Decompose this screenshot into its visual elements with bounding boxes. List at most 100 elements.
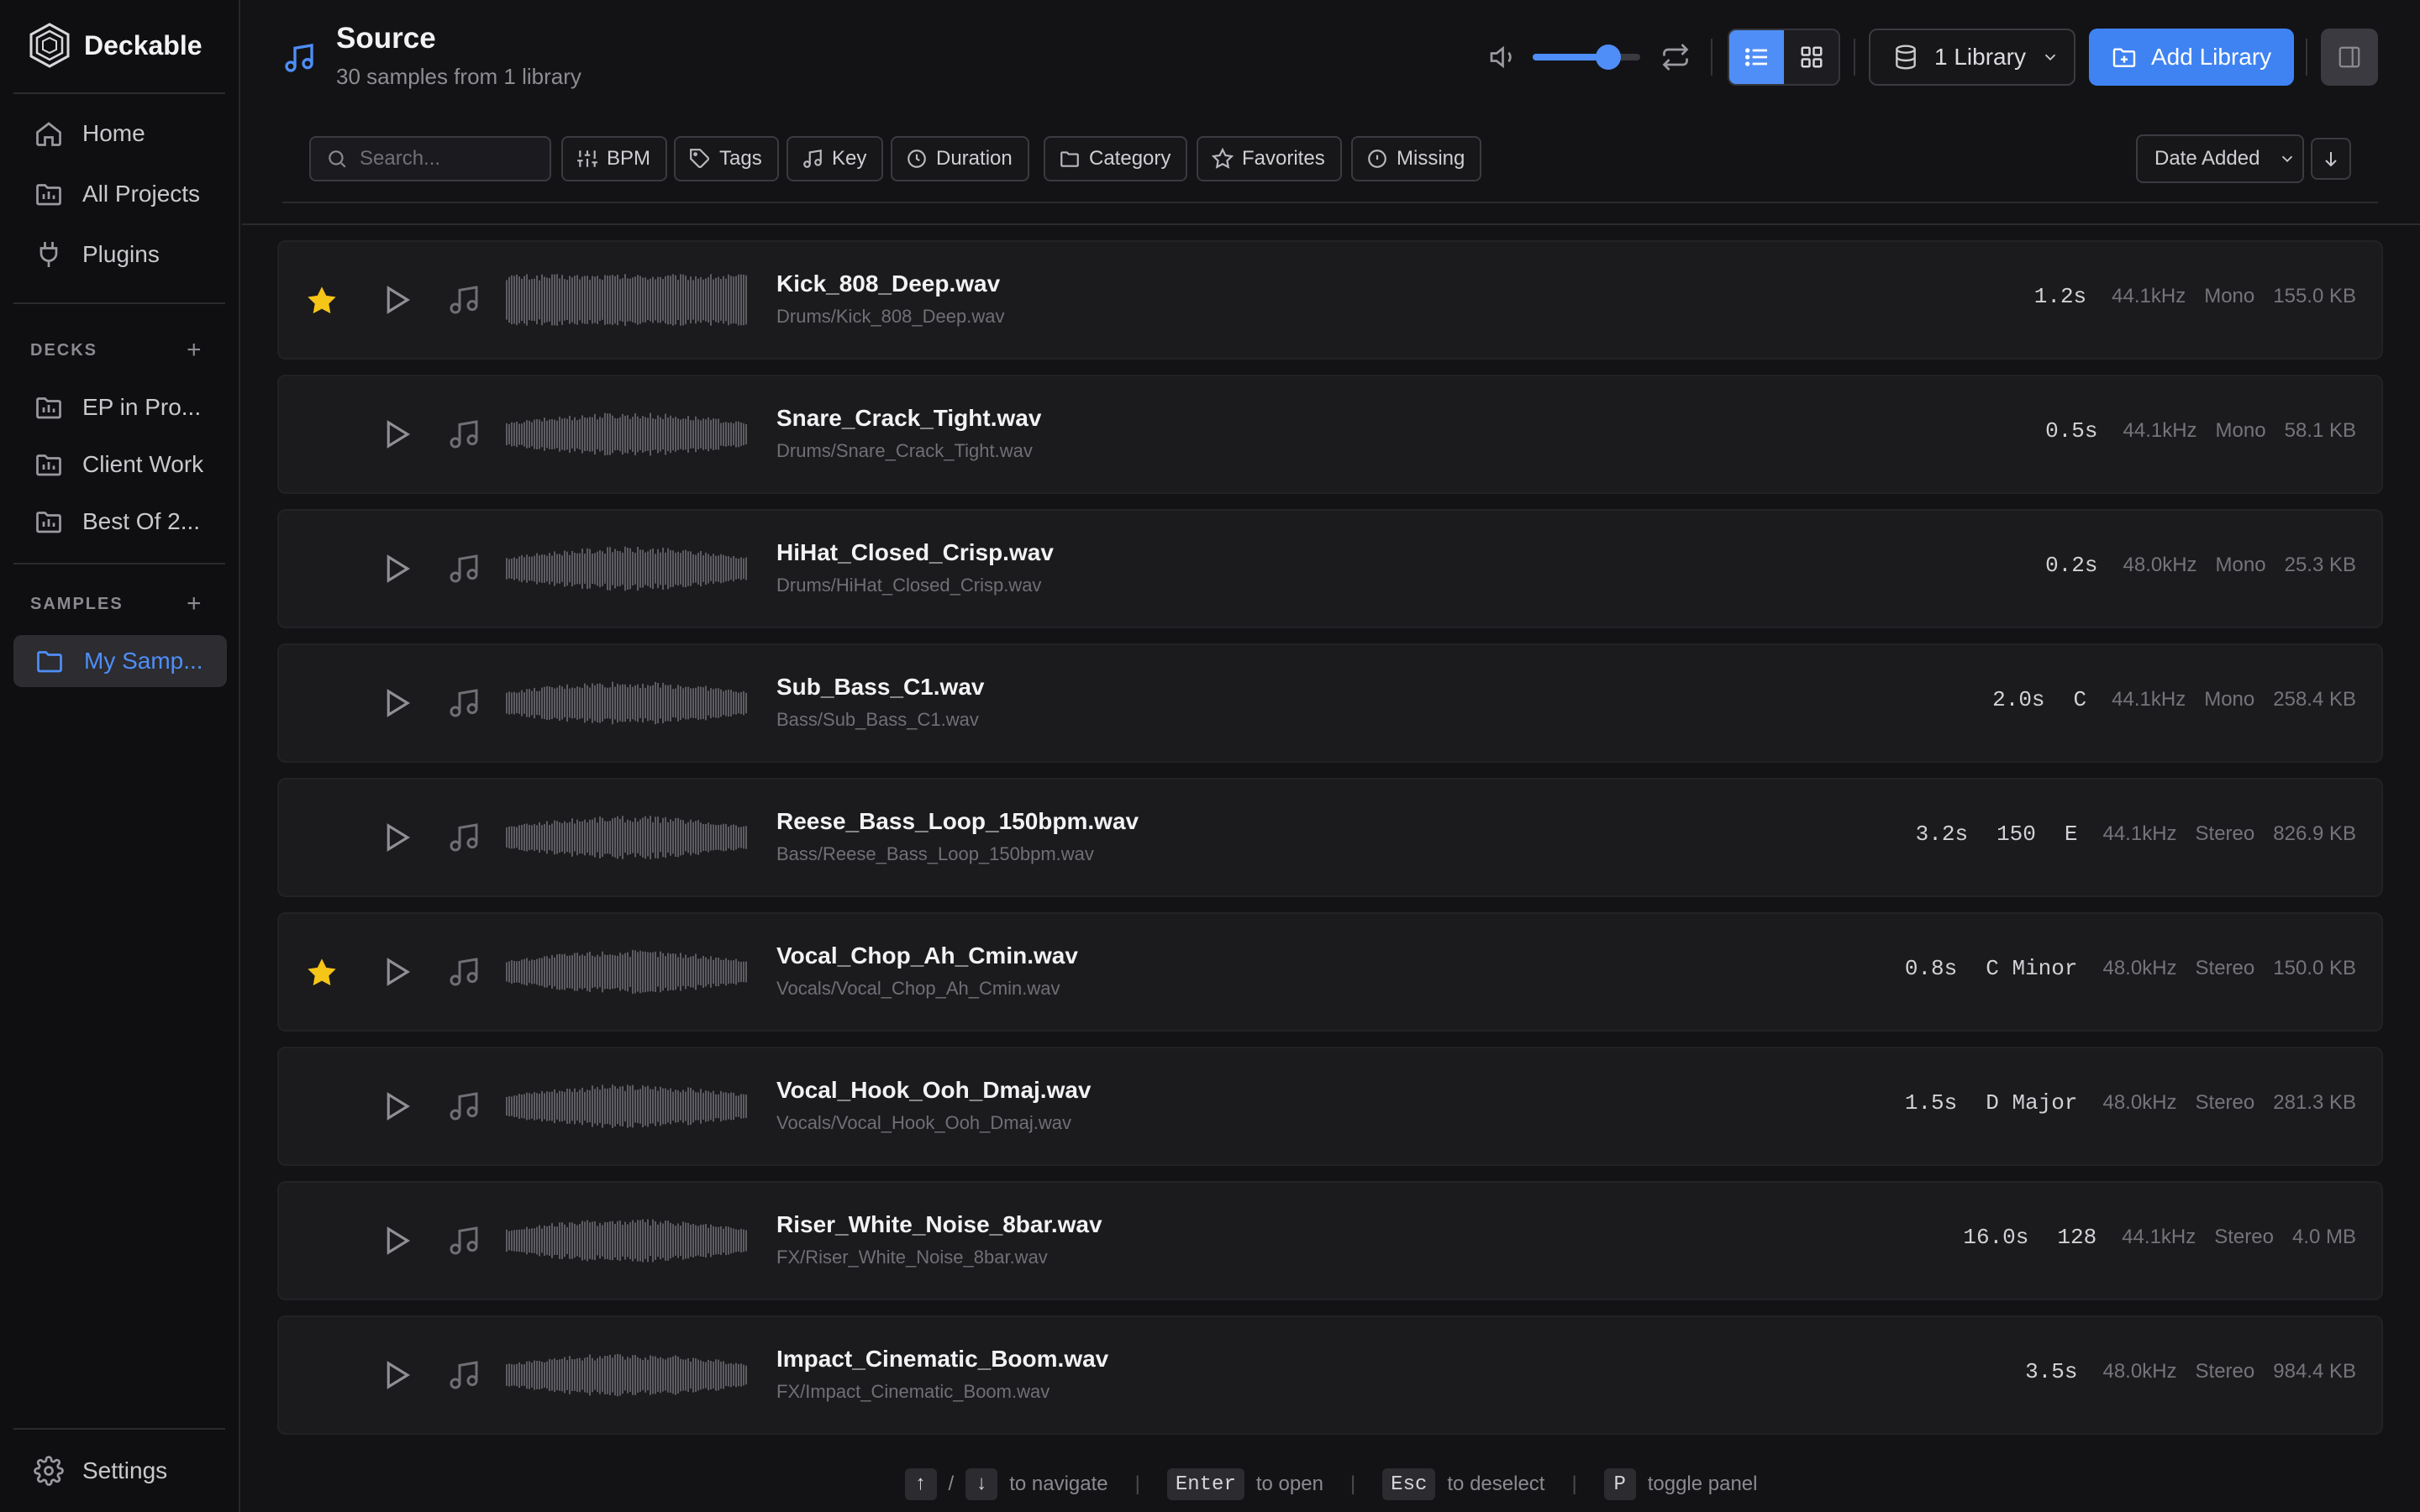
sample-rate: 44.1kHz bbox=[2102, 822, 2177, 845]
play-icon[interactable] bbox=[378, 1357, 413, 1393]
sidebar-divider bbox=[13, 1428, 225, 1430]
music-note-icon bbox=[450, 1226, 478, 1255]
sort-select[interactable]: Date Added bbox=[2136, 134, 2304, 183]
waveform[interactable] bbox=[506, 675, 748, 731]
play-icon[interactable] bbox=[378, 1223, 413, 1258]
waveform[interactable] bbox=[506, 272, 748, 328]
music-note-icon bbox=[450, 958, 478, 986]
sample-row[interactable]: Kick_808_Deep.wav Drums/Kick_808_Deep.wav… bbox=[277, 240, 2383, 360]
hint-text: to deselect bbox=[1447, 1473, 1545, 1495]
sample-path: FX/Riser_White_Noise_8bar.wav bbox=[776, 1247, 1048, 1268]
waveform[interactable] bbox=[506, 1213, 748, 1268]
sample-row[interactable]: HiHat_Closed_Crisp.wav Drums/HiHat_Closed… bbox=[277, 509, 2383, 628]
sample-row[interactable]: Vocal_Chop_Ah_Cmin.wav Vocals/Vocal_Chop_… bbox=[277, 912, 2383, 1032]
sample-size: 826.9 KB bbox=[2273, 822, 2356, 845]
filter-tags-button[interactable]: Tags bbox=[674, 136, 779, 181]
sample-metadata: 1.2s 44.1kHz Mono 155.0 KB bbox=[2034, 284, 2356, 309]
sample-row[interactable]: Sub_Bass_C1.wav Bass/Sub_Bass_C1.wav 2.0s C… bbox=[277, 643, 2383, 763]
filter-category-button[interactable]: Category bbox=[1044, 136, 1188, 181]
sidebar-item-label: All Projects bbox=[82, 181, 201, 207]
play-icon[interactable] bbox=[378, 551, 413, 586]
sample-duration: 1.2s bbox=[2033, 284, 2087, 309]
sample-row[interactable]: Reese_Bass_Loop_150bpm.wav Bass/Reese_Bas… bbox=[277, 778, 2383, 897]
app-name: Deckable bbox=[84, 29, 203, 60]
waveform[interactable] bbox=[506, 541, 748, 596]
sample-size: 258.4 KB bbox=[2273, 688, 2356, 711]
toggle-panel-button[interactable] bbox=[2321, 29, 2378, 86]
sidebar-item-plugins[interactable]: Plugins bbox=[13, 228, 227, 281]
sample-key: E bbox=[2064, 822, 2078, 847]
search-input[interactable] bbox=[360, 147, 528, 171]
sidebar-item-settings[interactable]: Settings bbox=[13, 1445, 227, 1497]
favorite-star-icon[interactable] bbox=[304, 956, 339, 990]
sidebar-item-home[interactable]: Home bbox=[13, 108, 227, 160]
sample-row[interactable]: Vocal_Hook_Ooh_Dmaj.wav Vocals/Vocal_Hook… bbox=[277, 1047, 2383, 1166]
sliders-icon bbox=[577, 150, 597, 167]
play-icon[interactable] bbox=[378, 282, 413, 318]
sort-direction-button[interactable] bbox=[2311, 138, 2351, 180]
waveform[interactable] bbox=[506, 944, 748, 1000]
add-deck-button[interactable]: + bbox=[187, 338, 202, 363]
sample-size: 155.0 KB bbox=[2273, 285, 2356, 307]
key-separator: / bbox=[948, 1473, 955, 1495]
sample-row[interactable]: Snare_Crack_Tight.wav Drums/Snare_Crack_T… bbox=[277, 375, 2383, 494]
volume-slider-thumb[interactable] bbox=[1595, 45, 1621, 70]
waveform[interactable] bbox=[506, 407, 748, 462]
filter-favorites-button[interactable]: Favorites bbox=[1197, 136, 1342, 181]
sidebar: Deckable Home All Projects Plugins DECKS… bbox=[0, 0, 240, 1512]
header-divider bbox=[282, 202, 2378, 203]
filter-bpm-button[interactable]: BPM bbox=[561, 136, 668, 181]
filter-key-button[interactable]: Key bbox=[786, 136, 884, 181]
sidebar-divider bbox=[13, 302, 225, 304]
sample-name: Impact_Cinematic_Boom.wav bbox=[776, 1346, 1109, 1372]
sample-rate: 48.0kHz bbox=[2102, 1091, 2177, 1114]
sample-channels: Mono bbox=[2215, 419, 2266, 442]
sample-key: C Minor bbox=[1986, 956, 2078, 981]
filter-duration-button[interactable]: Duration bbox=[891, 136, 1029, 181]
filter-missing-button[interactable]: Missing bbox=[1351, 136, 1482, 181]
library-dropdown[interactable]: 1 Library bbox=[1869, 29, 2075, 86]
sample-path: Drums/Kick_808_Deep.wav bbox=[776, 306, 1005, 327]
sidebar-item-deck[interactable]: Client Work bbox=[13, 438, 227, 491]
sample-metadata: 16.0s 128 44.1kHz Stereo 4.0 MB bbox=[1963, 1225, 2356, 1250]
keyboard-key: ↑ bbox=[904, 1468, 937, 1500]
play-icon[interactable] bbox=[378, 954, 413, 990]
sidebar-item-deck[interactable]: Best Of 2... bbox=[13, 496, 227, 548]
sample-rate: 44.1kHz bbox=[2123, 419, 2197, 442]
waveform[interactable] bbox=[506, 810, 748, 865]
play-icon[interactable] bbox=[378, 1089, 413, 1124]
database-icon bbox=[1896, 45, 1916, 70]
brand[interactable]: Deckable bbox=[29, 22, 203, 69]
sample-duration: 0.2s bbox=[2045, 553, 2098, 578]
favorite-star-icon[interactable] bbox=[304, 284, 339, 318]
page-subtitle: 30 samples from 1 library bbox=[336, 64, 581, 89]
grid-view-button[interactable] bbox=[1784, 30, 1839, 84]
toolbar-divider bbox=[1711, 39, 1712, 76]
waveform[interactable] bbox=[506, 1347, 748, 1403]
hint-text: toggle panel bbox=[1647, 1473, 1758, 1495]
sample-name: Sub_Bass_C1.wav bbox=[776, 674, 985, 700]
filter-label: Key bbox=[832, 147, 867, 170]
play-icon[interactable] bbox=[378, 820, 413, 855]
sidebar-item-label: EP in Pro... bbox=[82, 394, 202, 420]
alert-circle-icon bbox=[1368, 150, 1386, 168]
add-library-button[interactable]: Add Library bbox=[2089, 29, 2294, 86]
tag-icon bbox=[690, 149, 709, 168]
sidebar-item-sample-folder[interactable]: My Samp... bbox=[13, 635, 227, 687]
loop-icon[interactable] bbox=[1660, 42, 1691, 72]
volume-icon[interactable] bbox=[1489, 42, 1519, 72]
sample-row[interactable]: Riser_White_Noise_8bar.wav FX/Riser_White… bbox=[277, 1181, 2383, 1300]
waveform[interactable] bbox=[506, 1079, 748, 1134]
sidebar-item-label: Home bbox=[82, 120, 145, 146]
sample-duration: 16.0s bbox=[1963, 1225, 2029, 1250]
play-icon[interactable] bbox=[378, 685, 413, 721]
chevron-down-icon bbox=[2282, 155, 2293, 163]
list-view-button[interactable] bbox=[1729, 30, 1784, 84]
add-sample-folder-button[interactable]: + bbox=[187, 591, 202, 617]
sidebar-item-all-projects[interactable]: All Projects bbox=[13, 168, 227, 220]
sidebar-item-deck[interactable]: EP in Pro... bbox=[13, 381, 227, 433]
chevron-down-icon bbox=[2044, 54, 2056, 61]
play-icon[interactable] bbox=[378, 417, 413, 452]
sample-row[interactable]: Impact_Cinematic_Boom.wav FX/Impact_Cinem… bbox=[277, 1315, 2383, 1435]
volume-slider[interactable] bbox=[1533, 45, 1640, 70]
